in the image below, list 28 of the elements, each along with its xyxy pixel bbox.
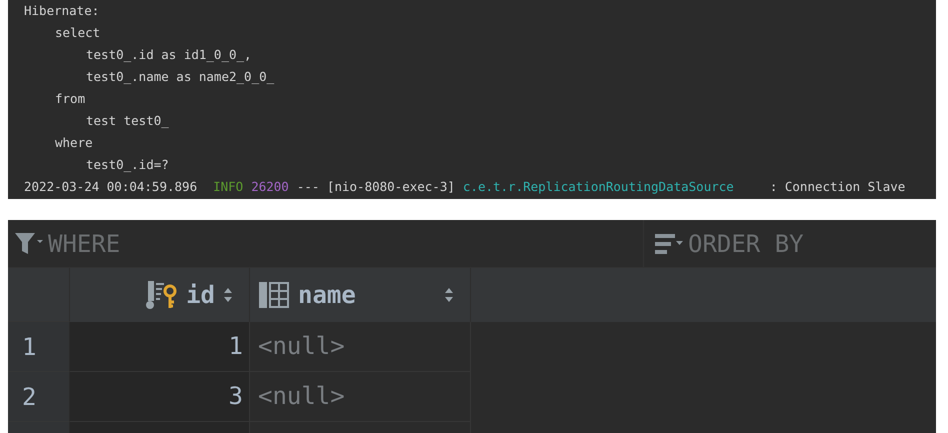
row-number: 1 (8, 322, 70, 372)
log-level: INFO (213, 178, 244, 196)
table-cell[interactable]: 3 (70, 372, 250, 422)
log-text: test0_.id=? (85, 156, 170, 174)
sort-arrows-icon[interactable] (223, 287, 233, 303)
sort-arrows-icon[interactable] (444, 287, 454, 303)
order-by-field[interactable]: ORDER BY (688, 230, 888, 258)
log-text: select (54, 24, 102, 42)
filter-icon[interactable] (14, 230, 44, 256)
log-text: test test0_ (85, 112, 170, 130)
log-text: where (54, 134, 94, 152)
log-pid: 26200 (251, 178, 289, 196)
log-text: test0_.name as name2_0_0_ (85, 68, 276, 86)
column-icon (258, 281, 290, 309)
column-name: id (186, 281, 215, 309)
log-text: Hibernate: (24, 2, 100, 20)
row-number: 2 (8, 372, 70, 422)
log-text: from (54, 90, 86, 108)
table-cell[interactable]: <null> (250, 372, 471, 422)
log-logger: c.e.t.r.ReplicationRoutingDataSource (462, 178, 734, 196)
table-cell[interactable]: 1 (70, 322, 250, 372)
column-name: name (298, 281, 356, 309)
log-timestamp: 2022-03-24 00:04:59.896 (24, 178, 198, 196)
log-text: --- [nio-8080-exec-3] (296, 178, 455, 196)
log-text: : Connection Slave (770, 178, 906, 196)
table-cell[interactable]: <null> (250, 322, 471, 372)
log-text: test0_.id as id1_0_0_, (85, 46, 253, 64)
filter-field[interactable]: WHERE (48, 230, 248, 258)
